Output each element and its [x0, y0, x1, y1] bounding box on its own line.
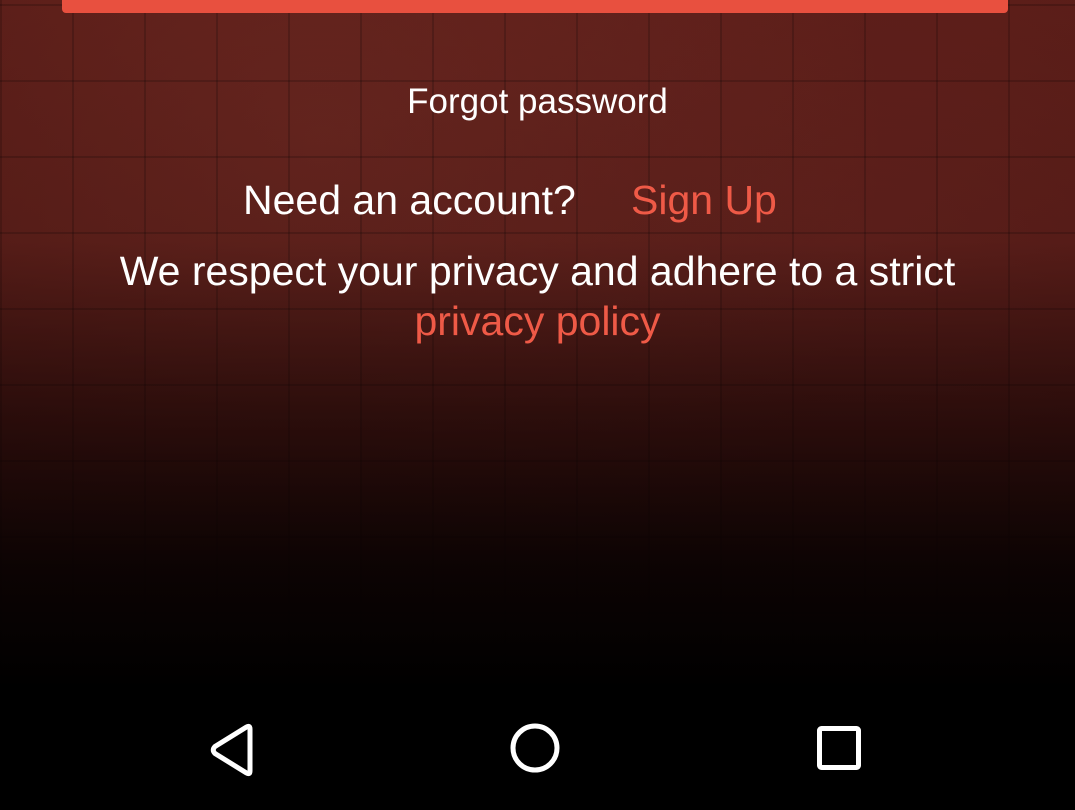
privacy-policy-link[interactable]: privacy policy: [0, 296, 1075, 346]
privacy-notice: We respect your privacy and adhere to a …: [0, 246, 1075, 346]
privacy-text: We respect your privacy and adhere to a …: [119, 248, 956, 294]
login-button[interactable]: [62, 0, 1008, 13]
need-account-label: Need an account?: [243, 177, 576, 223]
account-prompt-row: Need an account? Sign Up: [0, 175, 1075, 225]
recents-button[interactable]: [809, 720, 869, 780]
recents-square-icon: [817, 726, 861, 770]
login-screen: Forgot password Need an account? Sign Up…: [0, 0, 1075, 810]
home-circle-icon: [510, 723, 560, 773]
back-triangle-icon: [210, 723, 253, 777]
system-navigation-bar: [0, 690, 1075, 810]
forgot-password-link[interactable]: Forgot password: [0, 80, 1075, 124]
back-button[interactable]: [204, 720, 264, 780]
home-button[interactable]: [505, 720, 565, 780]
sign-up-link[interactable]: Sign Up: [631, 175, 777, 225]
